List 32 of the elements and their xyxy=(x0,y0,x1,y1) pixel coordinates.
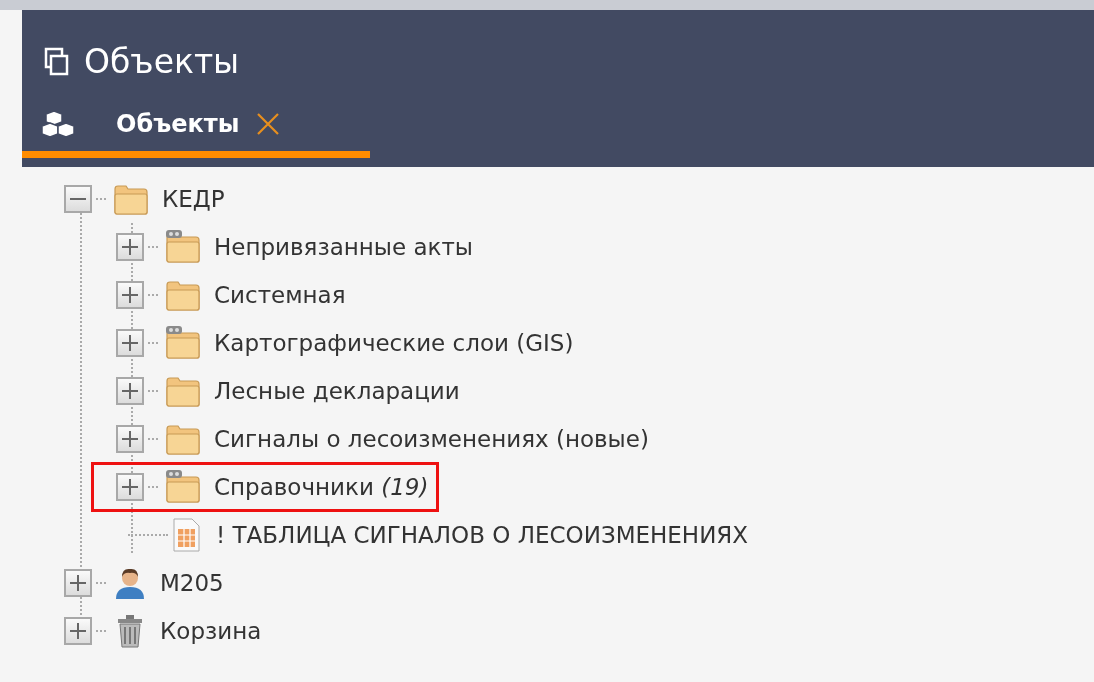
tree-item[interactable]: Картографические слои (GIS) xyxy=(214,330,574,356)
plus-icon xyxy=(122,287,138,303)
close-icon[interactable] xyxy=(255,111,282,137)
tree-item[interactable]: Сигналы о лесоизменениях (новые) xyxy=(214,426,649,452)
tab[interactable]: Объекты xyxy=(22,103,370,158)
plus-icon xyxy=(70,623,86,639)
expander-toggle[interactable] xyxy=(116,377,144,405)
tree-item[interactable]: Системная xyxy=(214,282,346,308)
expander-toggle[interactable] xyxy=(116,473,144,501)
tree-item[interactable]: Непривязанные акты xyxy=(214,234,473,260)
expander-toggle[interactable] xyxy=(64,185,92,213)
plus-icon xyxy=(70,575,86,591)
plus-icon xyxy=(122,431,138,447)
window-title: Объекты xyxy=(84,42,240,81)
plus-icon xyxy=(122,335,138,351)
minus-icon xyxy=(70,198,86,200)
expander-toggle[interactable] xyxy=(64,617,92,645)
expander-toggle[interactable] xyxy=(116,329,144,357)
plus-icon xyxy=(122,479,138,495)
plus-icon xyxy=(122,383,138,399)
expander-toggle[interactable] xyxy=(116,233,144,261)
windows-icon xyxy=(44,46,70,77)
tree-item[interactable]: Корзина xyxy=(160,618,262,644)
expander-toggle[interactable] xyxy=(64,569,92,597)
tree-item[interactable]: Лесные декларации xyxy=(214,378,460,404)
expander-toggle[interactable] xyxy=(116,425,144,453)
tree-item[interactable]: КЕДР xyxy=(162,186,225,212)
tree-item[interactable]: M205 xyxy=(160,570,224,596)
tree-item[interactable]: ! ТАБЛИЦА СИГНАЛОВ О ЛЕСОИЗМЕНЕНИЯХ xyxy=(216,522,749,548)
plus-icon xyxy=(122,239,138,255)
tree-item[interactable]: Справочники (19) xyxy=(214,474,429,500)
expander-toggle[interactable] xyxy=(116,281,144,309)
